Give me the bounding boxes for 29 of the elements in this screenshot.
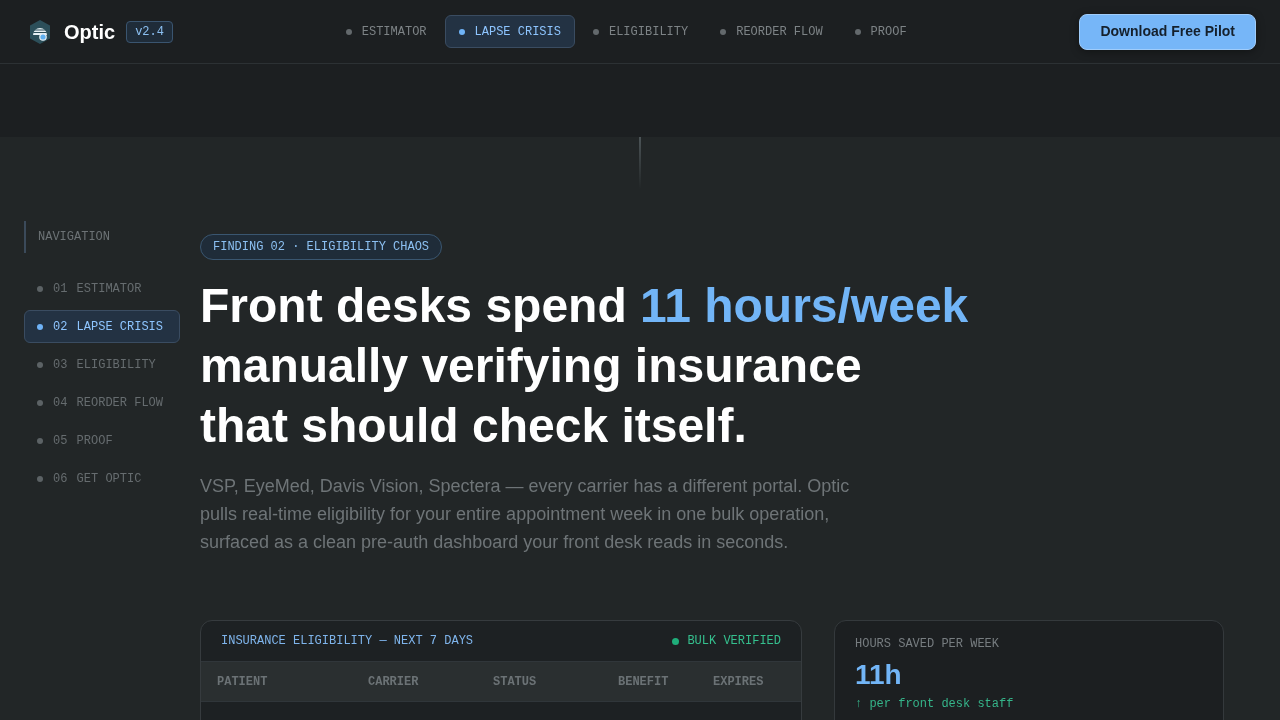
stat-label: HOURS SAVED PER WEEK bbox=[855, 636, 1000, 652]
sidebar-title: NAVIGATION bbox=[24, 221, 200, 253]
stat-value: 11h bbox=[855, 658, 902, 692]
sidebar-link[interactable]: 05 PROOF bbox=[24, 424, 130, 457]
sidebar-link[interactable]: 01 ESTIMATOR bbox=[24, 272, 159, 305]
hero-paragraph: VSP, EyeMed, Davis Vision, Spectera — every carrier has a different portal. Optic pulls real-time eligibility for your entire appointment week in one bulk operation, surfaced as a clean pre-auth dashboard your front desk reads in seconds. bbox=[200, 475, 851, 554]
table-title: INSURANCE ELIGIBILITY — NEXT 7 DAYS bbox=[221, 633, 474, 650]
sidebar-link[interactable]: 03 ELIGIBILITY bbox=[24, 348, 173, 381]
brand-name: Optic bbox=[64, 19, 116, 44]
hero-heading: Front desks spend 11 hours/week manually verifying insurance that should check itself. bbox=[200, 278, 969, 454]
logo-icon bbox=[28, 18, 52, 45]
finding-badge: FINDING 02 · ELIGIBILITY CHAOS bbox=[200, 234, 443, 260]
version-badge: v2.4 bbox=[126, 20, 173, 43]
status-label: BULK VERIFIED bbox=[687, 633, 781, 650]
column-header: STATUS bbox=[493, 673, 537, 691]
download-button[interactable]: Download Free Pilot bbox=[1079, 13, 1256, 50]
column-header: BENEFIT bbox=[618, 673, 669, 691]
column-header: EXPIRES bbox=[713, 673, 764, 691]
nav-tab[interactable]: LAPSE CRISIS bbox=[444, 15, 575, 48]
column-header: CARRIER bbox=[368, 673, 419, 691]
sidebar-link[interactable]: 06 GET OPTIC bbox=[24, 462, 159, 495]
sidebar-link[interactable]: 04 REORDER FLOW bbox=[24, 386, 181, 419]
nav-tab[interactable]: PROOF bbox=[840, 15, 921, 48]
column-header: PATIENT bbox=[217, 673, 268, 691]
stat-note: ↑ per front desk staff bbox=[855, 696, 1014, 712]
nav-tab[interactable]: ELIGIBILITY bbox=[578, 15, 703, 48]
sidebar-link[interactable]: 02 LAPSE CRISIS bbox=[24, 310, 181, 343]
nav-tab[interactable]: ESTIMATOR bbox=[331, 15, 441, 48]
nav-tab[interactable]: REORDER FLOW bbox=[706, 15, 837, 48]
